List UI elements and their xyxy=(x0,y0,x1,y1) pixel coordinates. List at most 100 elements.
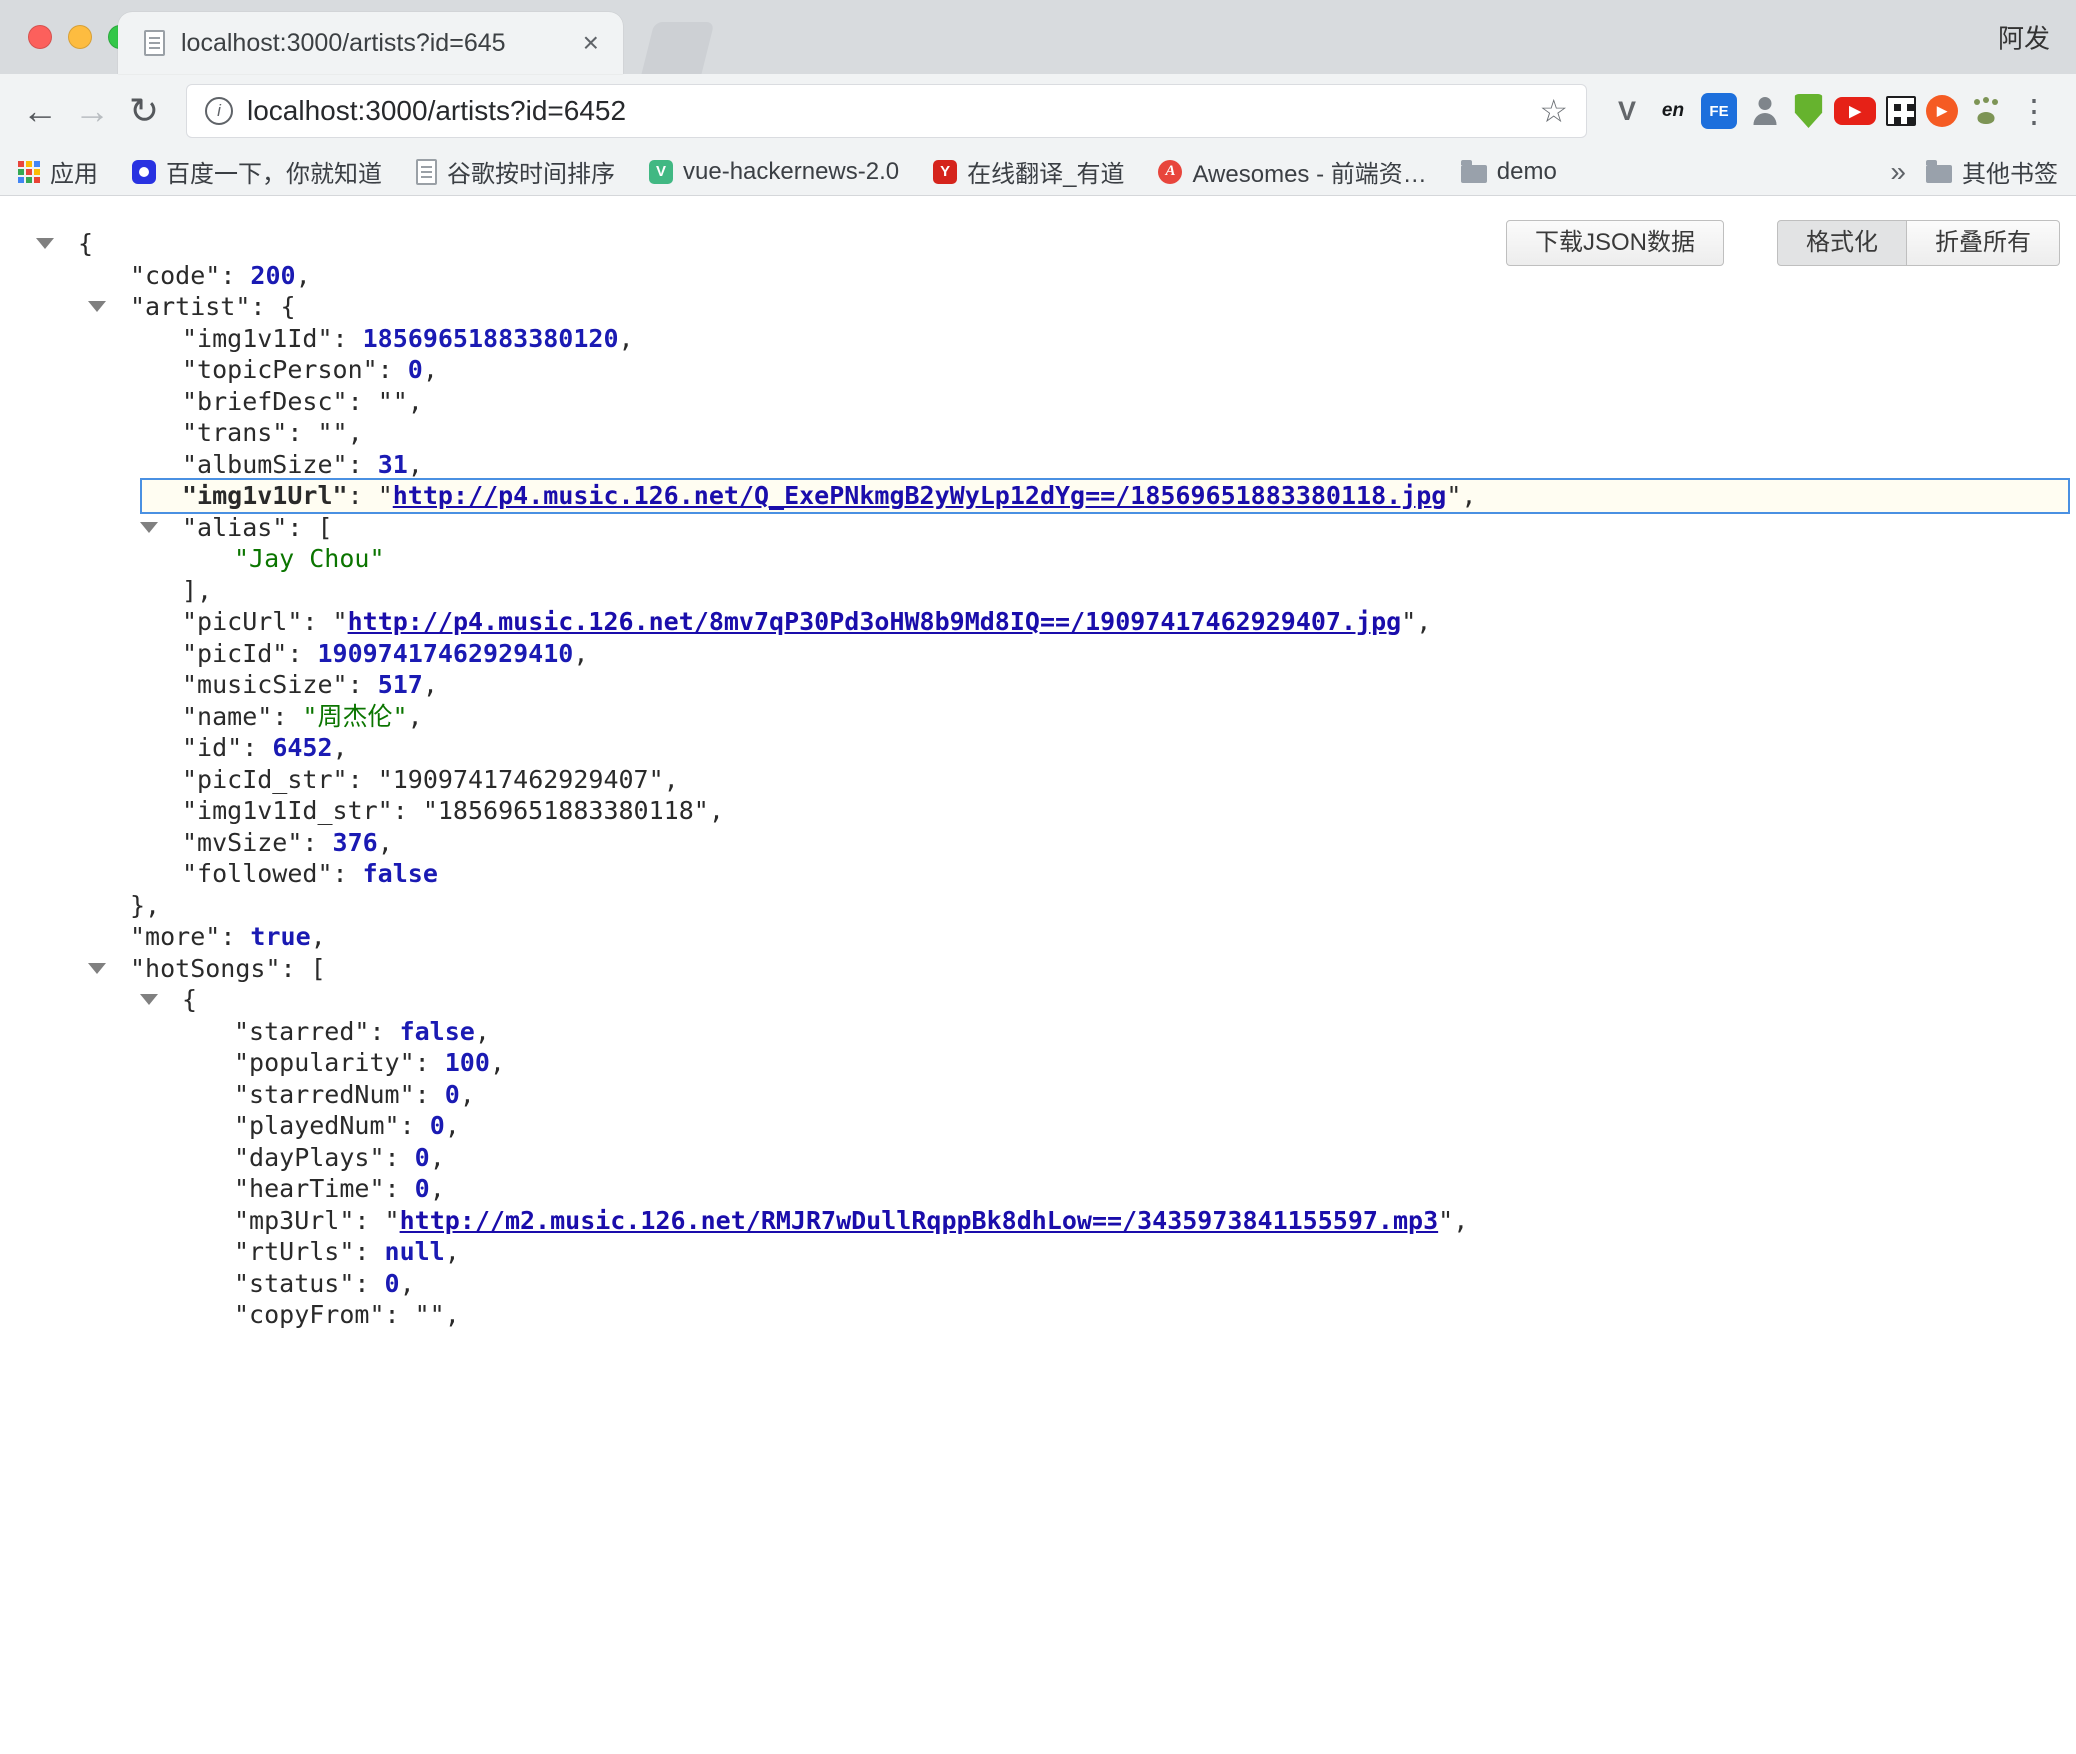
youdao-extension-icon[interactable]: en xyxy=(1655,93,1691,129)
youtube-extension-icon[interactable]: ▶ xyxy=(1834,97,1876,125)
json-punctuation: }, xyxy=(130,891,160,920)
shield-extension-icon[interactable] xyxy=(1793,94,1824,128)
collapse-toggle-icon[interactable] xyxy=(36,238,54,249)
json-key: "picId_str" xyxy=(182,765,348,794)
collapse-toggle-icon[interactable] xyxy=(140,994,158,1005)
json-link[interactable]: http://m2.music.126.net/RMJR7wDullRqppBk… xyxy=(400,1206,1439,1235)
json-key: "img1v1Url" xyxy=(182,481,348,510)
back-button[interactable] xyxy=(14,90,66,132)
json-number: false xyxy=(400,1017,475,1046)
json-line: { xyxy=(0,984,2076,1016)
json-punctuation: , xyxy=(423,670,438,699)
json-string: "18569651883380118" xyxy=(423,796,709,825)
json-link[interactable]: http://p4.music.126.net/Q_ExePNkmgB2yWyL… xyxy=(393,481,1447,510)
json-key: "dayPlays" xyxy=(234,1143,385,1172)
json-punctuation: , xyxy=(709,796,724,825)
bookmarks-list: 应用 百度一下，你就知道谷歌按时间排序 Vvue-hackernews-2.0 Y 在线… xyxy=(18,154,1557,189)
address-bar[interactable]: localhost:3000/artists?id=6452 xyxy=(186,84,1587,138)
json-line: "musicSize": 517, xyxy=(0,669,2076,701)
json-number: 0 xyxy=(385,1269,400,1298)
json-punctuation: , xyxy=(445,1300,460,1329)
tab-title: localhost:3000/artists?id=645 xyxy=(181,29,579,58)
bookmark-item-demo[interactable]: demo xyxy=(1461,158,1557,186)
vimium-extension-icon[interactable]: V xyxy=(1609,93,1645,129)
bookmark-item-awesomes[interactable]: AAwesomes - 前端资… xyxy=(1158,154,1426,189)
browser-menu-icon[interactable] xyxy=(2018,92,2050,130)
json-punctuation: , xyxy=(619,324,634,353)
json-key: "albumSize" xyxy=(182,450,348,479)
json-punctuation: { xyxy=(78,229,93,258)
json-key: "status" xyxy=(234,1269,354,1298)
json-punctuation: : xyxy=(348,450,378,479)
bookmark-item-baidu[interactable]: 百度一下，你就知道 xyxy=(132,154,382,189)
json-string: "Jay Chou" xyxy=(234,544,385,573)
doc-icon xyxy=(416,159,437,185)
json-key: "topicPerson" xyxy=(182,355,378,384)
json-link[interactable]: http://p4.music.126.net/8mv7qP30Pd3oHW8b… xyxy=(348,607,1402,636)
json-line: "picUrl": "http://p4.music.126.net/8mv7q… xyxy=(0,606,2076,638)
json-key: "hearTime" xyxy=(234,1174,385,1203)
json-line: "status": 0, xyxy=(0,1268,2076,1300)
json-punctuation: , xyxy=(333,733,348,762)
json-number: 0 xyxy=(408,355,423,384)
bookmark-star-icon[interactable] xyxy=(1539,92,1568,130)
json-key: "id" xyxy=(182,733,242,762)
baidu-icon xyxy=(132,160,156,184)
json-punctuation: , xyxy=(423,355,438,384)
collapse-toggle-icon[interactable] xyxy=(88,963,106,974)
bookmark-item-google-sort[interactable]: 谷歌按时间排序 xyxy=(416,154,615,189)
json-punctuation: : xyxy=(348,387,378,416)
fehelper-extension-icon[interactable]: FE xyxy=(1701,93,1737,129)
json-viewer: {"code": 200,"artist": {"img1v1Id": 1856… xyxy=(0,196,2076,1331)
bookmark-label: 百度一下，你就知道 xyxy=(166,154,382,189)
reload-button[interactable] xyxy=(118,90,170,132)
json-line: "playedNum": 0, xyxy=(0,1110,2076,1142)
json-key: "code" xyxy=(130,261,220,290)
json-key: "mvSize" xyxy=(182,828,302,857)
qrcode-extension-icon[interactable] xyxy=(1886,96,1916,126)
json-punctuation: : xyxy=(354,1237,384,1266)
bookmark-item-youdao-translate[interactable]: Y 在线翻译_有道 xyxy=(933,154,1124,189)
collapse-toggle-icon[interactable] xyxy=(140,522,158,533)
json-punctuation: , xyxy=(408,387,423,416)
page-info-icon[interactable] xyxy=(205,97,233,125)
bookmark-label: 应用 xyxy=(50,154,98,189)
page-content: 下载JSON数据 格式化 折叠所有 {"code": 200,"artist":… xyxy=(0,196,2076,1754)
json-punctuation: : xyxy=(369,1017,399,1046)
tab-close-icon[interactable]: × xyxy=(579,27,603,59)
bookmarks-overflow-icon[interactable]: » xyxy=(1890,156,1906,188)
json-line: "alias": [ xyxy=(0,512,2076,544)
browser-tab[interactable]: localhost:3000/artists?id=645 × xyxy=(118,12,623,74)
close-window-button[interactable] xyxy=(28,25,52,49)
other-bookmarks[interactable]: 其他书签 xyxy=(1926,154,2058,189)
json-key: "mp3Url" xyxy=(234,1206,354,1235)
bookmark-item-apps[interactable]: 应用 xyxy=(18,154,98,189)
collapse-toggle-icon[interactable] xyxy=(88,301,106,312)
json-key: "artist" xyxy=(130,292,250,321)
json-punctuation: : xyxy=(385,1143,415,1172)
json-number: 376 xyxy=(333,828,378,857)
json-line: "trans": "", xyxy=(0,417,2076,449)
json-key: "img1v1Id_str" xyxy=(182,796,393,825)
json-line: "artist": { xyxy=(0,291,2076,323)
json-line: "Jay Chou" xyxy=(0,543,2076,575)
player-extension-icon[interactable]: ▶ xyxy=(1926,95,1958,127)
bookmark-item-vue-hackernews[interactable]: Vvue-hackernews-2.0 xyxy=(649,158,899,186)
minimize-window-button[interactable] xyxy=(68,25,92,49)
user-extension-icon[interactable] xyxy=(1747,93,1783,129)
json-punctuation: : xyxy=(354,1269,384,1298)
profile-name[interactable]: 阿发 xyxy=(1998,19,2050,56)
json-number: true xyxy=(250,922,310,951)
url-text[interactable]: localhost:3000/artists?id=6452 xyxy=(247,95,1525,127)
json-punctuation: , xyxy=(664,765,679,794)
youdao-icon: Y xyxy=(933,160,957,184)
json-punctuation: , xyxy=(573,639,588,668)
json-line: "picId_str": "19097417462929407", xyxy=(0,764,2076,796)
json-punctuation: : [ xyxy=(287,513,332,542)
json-punctuation: : xyxy=(385,1174,415,1203)
new-tab-button[interactable] xyxy=(642,22,715,74)
json-punctuation: : xyxy=(220,922,250,951)
paw-extension-icon[interactable] xyxy=(1968,93,2004,129)
json-string: "周杰伦" xyxy=(302,702,407,731)
bookmark-label: 在线翻译_有道 xyxy=(967,154,1124,189)
